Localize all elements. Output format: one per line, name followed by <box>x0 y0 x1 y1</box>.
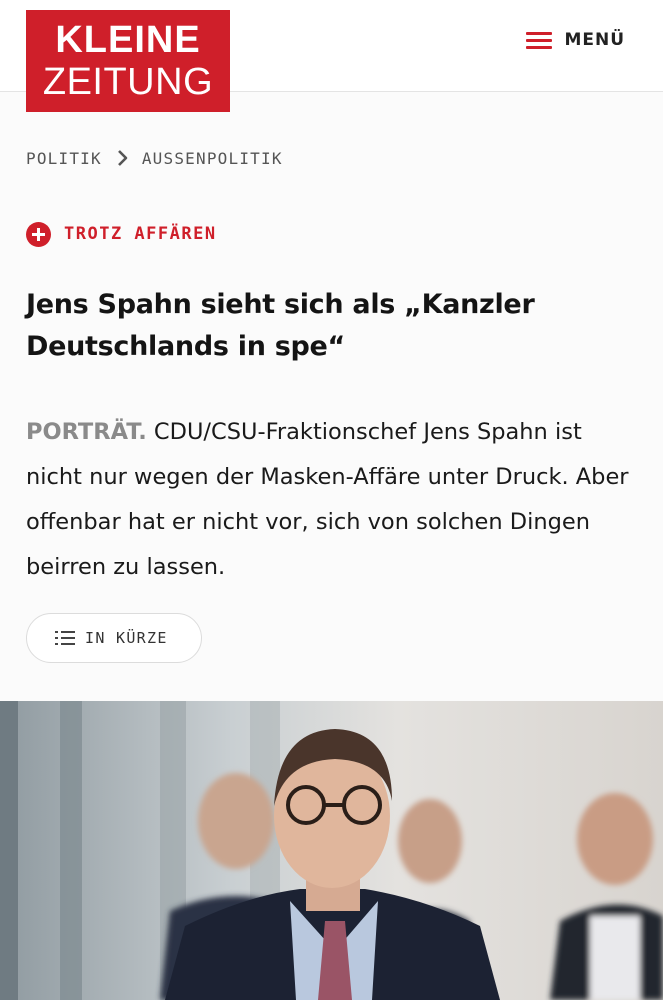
lead-tag: PORTRÄT. <box>26 419 147 445</box>
logo-line-2: ZEITUNG <box>42 61 214 103</box>
article-hero-image <box>0 701 663 1000</box>
site-logo[interactable]: KLEINE ZEITUNG <box>26 10 230 112</box>
menu-button[interactable]: MENÜ <box>526 24 625 56</box>
list-icon <box>55 631 75 645</box>
breadcrumb: POLITIK AUSSENPOLITIK <box>26 146 283 170</box>
hamburger-icon <box>526 30 553 50</box>
summary-button[interactable]: IN KÜRZE <box>26 613 202 663</box>
menu-label: MENÜ <box>564 30 625 50</box>
article-kicker: TROTZ AFFÄREN <box>26 220 217 248</box>
kicker-text: TROTZ AFFÄREN <box>64 224 217 244</box>
summary-button-label: IN KÜRZE <box>85 629 168 647</box>
site-header: KLEINE ZEITUNG MENÜ <box>0 0 663 112</box>
breadcrumb-item-politik[interactable]: POLITIK <box>26 149 102 168</box>
article-lead: PORTRÄT. CDU/CSU-Fraktionschef Jens Spah… <box>26 410 641 590</box>
article-headline: Jens Spahn sieht sich als „Kanzler Deuts… <box>26 289 535 362</box>
logo-line-1: KLEINE <box>55 19 201 61</box>
plus-circle-icon <box>26 221 51 247</box>
chevron-right-icon <box>117 150 128 166</box>
breadcrumb-item-aussenpolitik[interactable]: AUSSENPOLITIK <box>142 149 283 168</box>
